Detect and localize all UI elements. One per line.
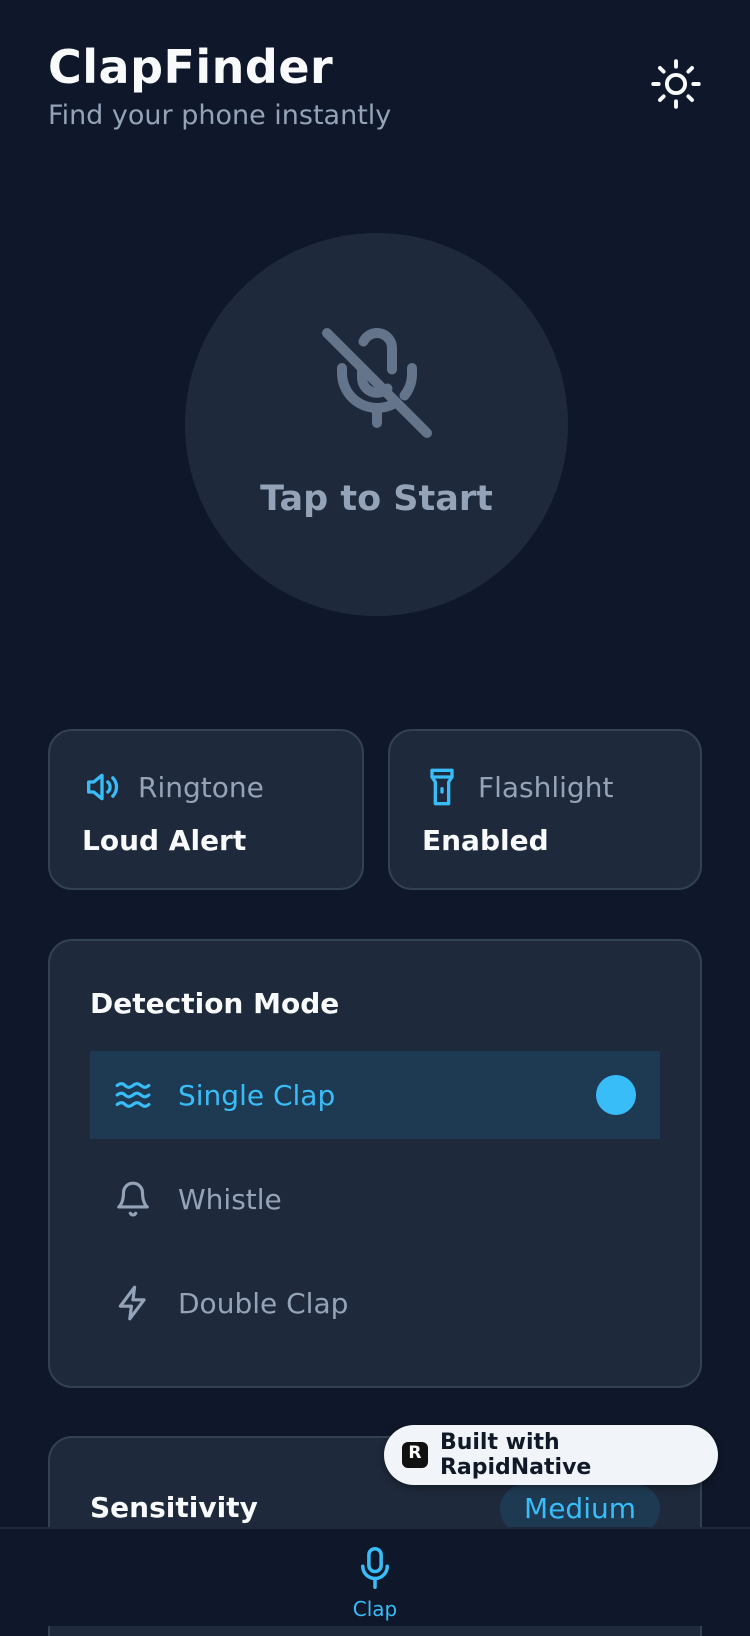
built-with-label: Built with RapidNative (439, 1430, 592, 1480)
ringtone-value: Loud Alert (82, 824, 247, 857)
lightning-icon (118, 1285, 146, 1321)
app-title: ClapFinder (48, 40, 334, 94)
detection-mode-card: Detection Mode Single Clap Whistle Doubl… (48, 939, 702, 1388)
app-subtitle: Find your phone instantly (48, 100, 392, 131)
detection-mode-title: Detection Mode (90, 987, 340, 1020)
mode-option-label: Double Clap (178, 1286, 349, 1320)
bottom-tab-bar: Clap (0, 1527, 750, 1626)
flashlight-icon (430, 768, 454, 806)
tab-clap-label: Clap (352, 1597, 398, 1621)
mic-icon (361, 1547, 389, 1589)
theme-toggle-button[interactable] (650, 58, 702, 110)
ringtone-card[interactable]: Ringtone Loud Alert (48, 729, 364, 890)
mic-off-icon (322, 328, 432, 438)
mode-option-whistle[interactable]: Whistle (90, 1155, 660, 1243)
sun-icon (651, 59, 701, 109)
tab-clap[interactable]: Clap (340, 1545, 410, 1626)
mode-option-double-clap[interactable]: Double Clap (90, 1259, 660, 1347)
mode-option-label: Single Clap (178, 1078, 336, 1112)
header: ClapFinder Find your phone instantly (48, 40, 702, 140)
speaker-icon (87, 773, 119, 801)
rapidnative-logo: R (402, 1442, 428, 1468)
flashlight-label: Flashlight (478, 770, 614, 804)
flashlight-value: Enabled (422, 824, 549, 857)
start-listening-button[interactable]: Tap to Start (185, 233, 568, 616)
mode-option-single-clap[interactable]: Single Clap (90, 1051, 660, 1139)
sensitivity-title: Sensitivity (90, 1491, 258, 1524)
start-label: Tap to Start (260, 479, 493, 519)
selected-indicator (596, 1075, 636, 1115)
ringtone-label: Ringtone (138, 770, 264, 804)
mode-option-label: Whistle (178, 1182, 282, 1216)
built-with-badge[interactable]: R Built with RapidNative (384, 1425, 718, 1485)
flashlight-card[interactable]: Flashlight Enabled (388, 729, 702, 890)
bell-icon (117, 1181, 149, 1217)
waves-icon (115, 1082, 151, 1108)
